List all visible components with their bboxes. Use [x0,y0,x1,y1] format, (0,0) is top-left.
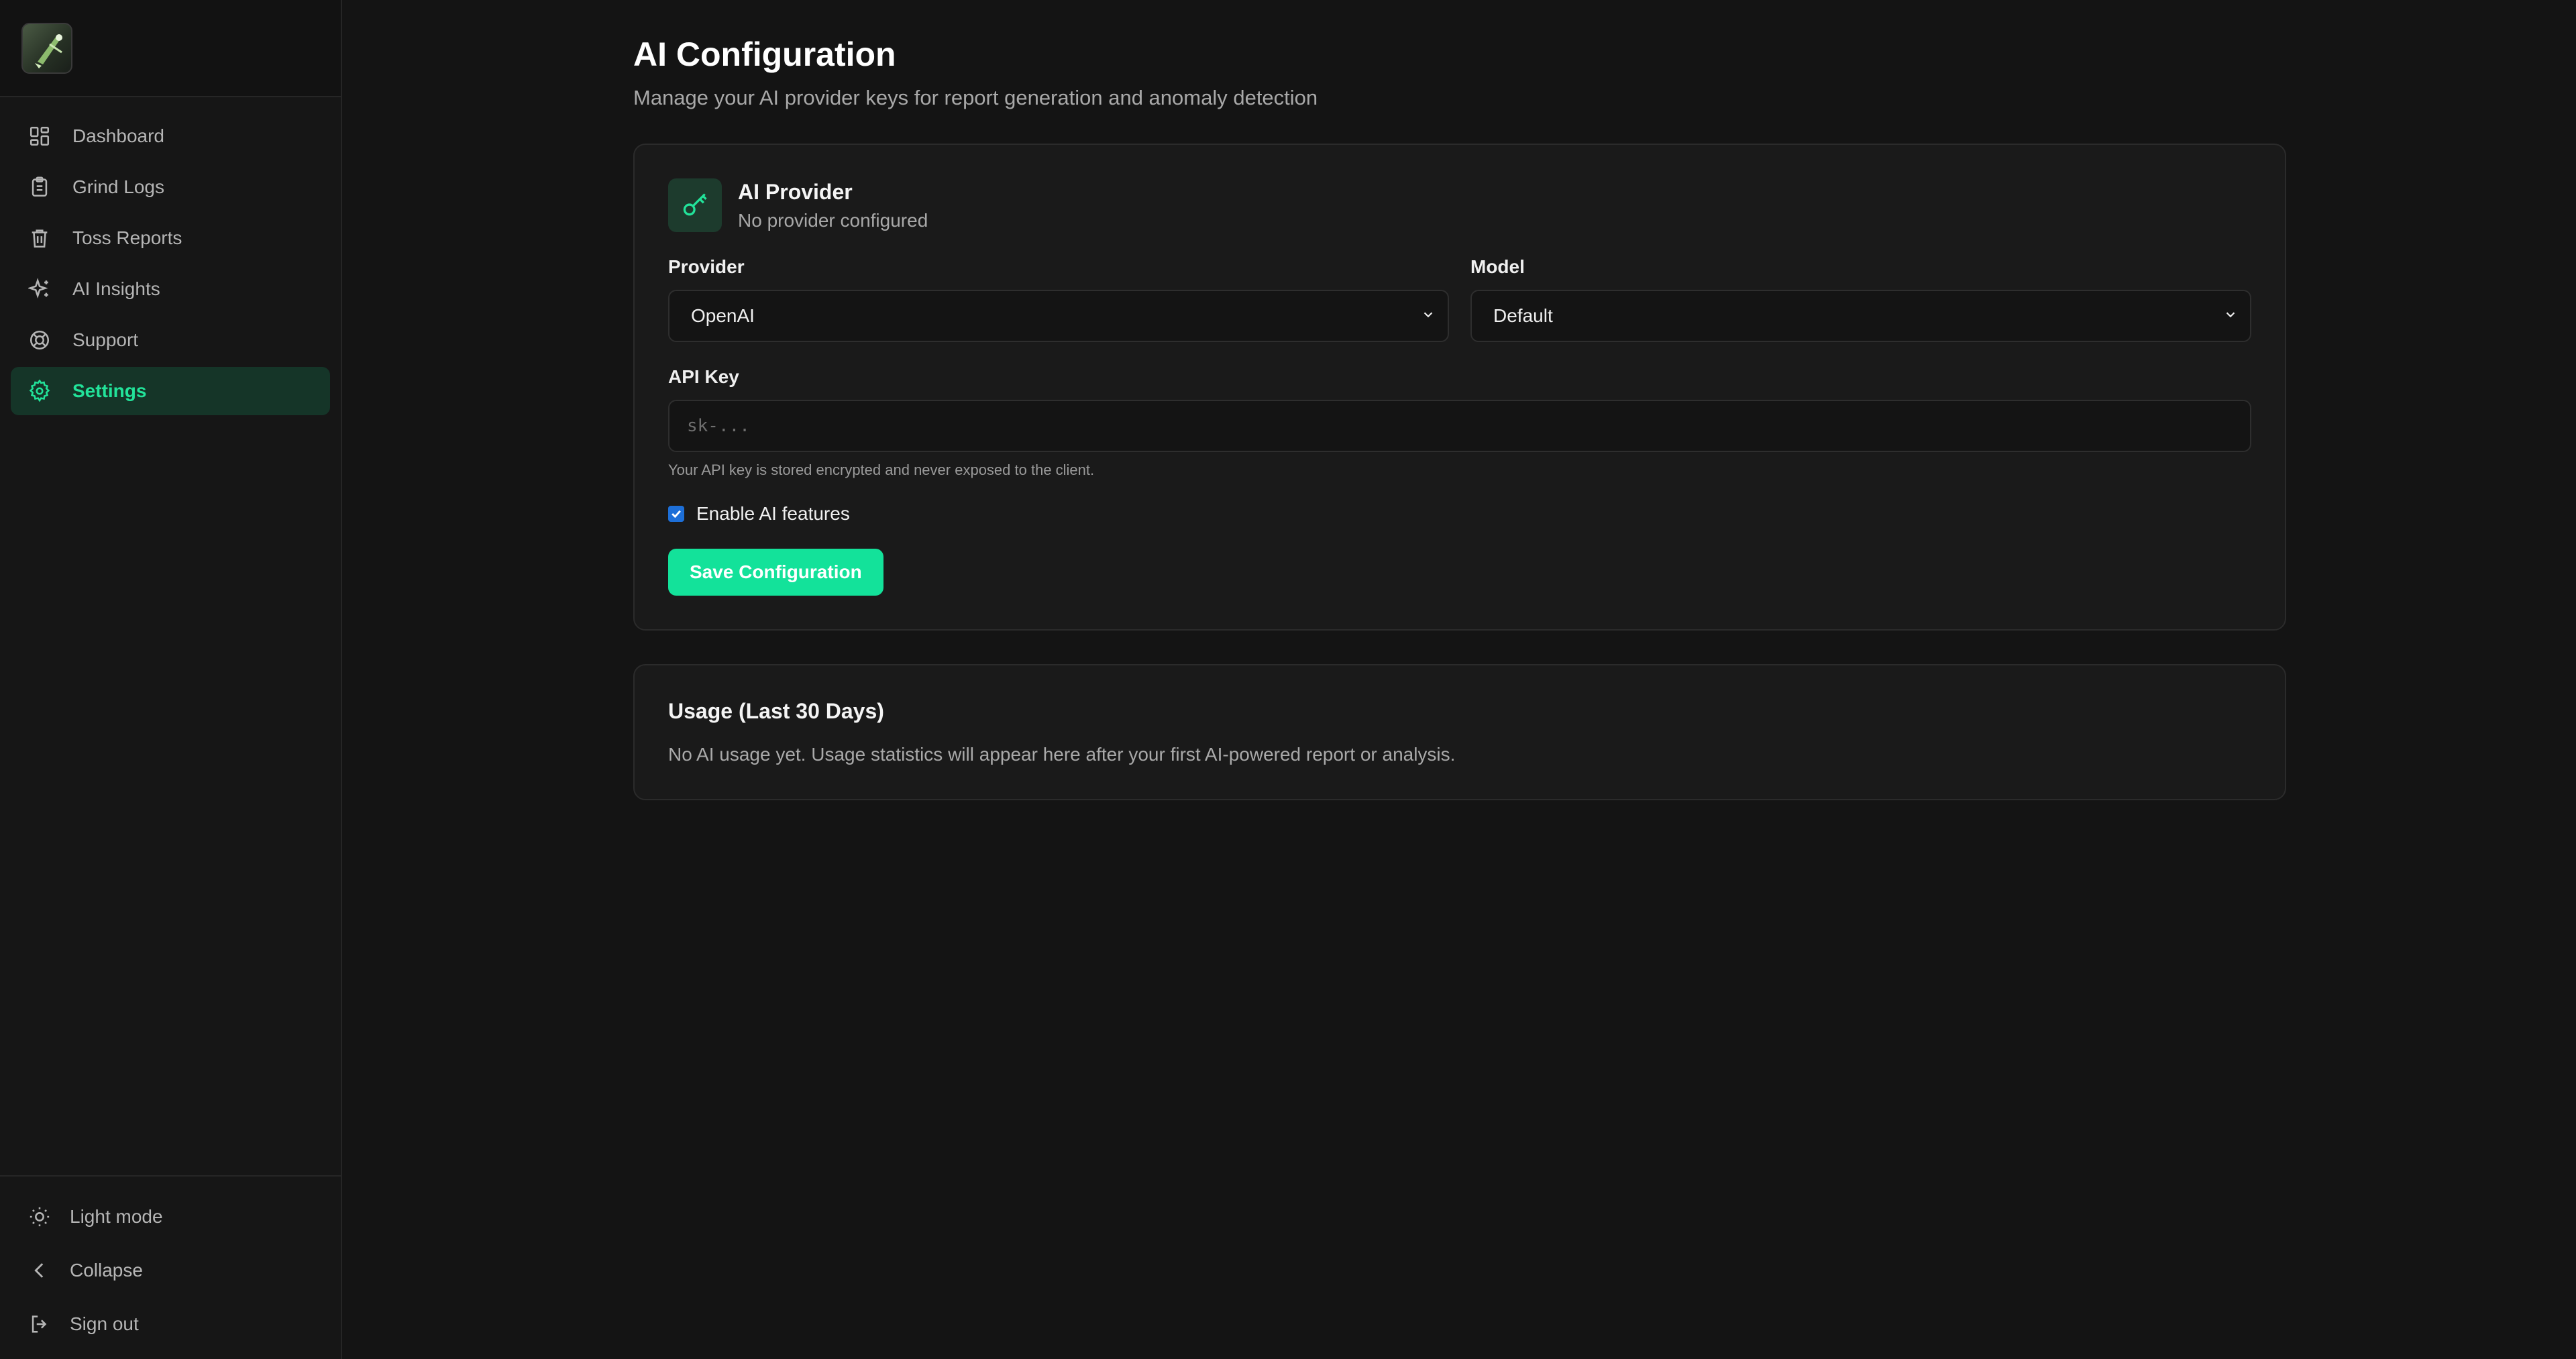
provider-select[interactable]: OpenAI [668,290,1449,342]
provider-header: AI Provider No provider configured [668,178,2251,232]
model-select-value: Default [1493,305,1553,326]
usage-card-title: Usage (Last 30 Days) [668,699,884,723]
sidebar-item-ai-insights[interactable]: AI Insights [11,265,330,313]
sidebar-footer: Light mode Collapse Sign out [0,1175,341,1359]
provider-label: Provider [668,256,745,277]
sidebar-item-label: Dashboard [72,125,164,146]
dashboard-icon [27,123,52,149]
sidebar-nav: Dashboard Grind Logs Toss Reports AI Ins… [0,97,341,415]
usage-empty-text: No AI usage yet. Usage statistics will a… [668,744,1456,765]
log-out-icon [27,1311,52,1337]
model-field: Model Default [1470,256,2251,342]
sparkles-icon [27,276,52,302]
provider-select-value: OpenAI [691,305,755,326]
enable-ai-checkbox[interactable] [668,506,684,522]
save-configuration-button[interactable]: Save Configuration [668,549,883,596]
sidebar-item-label: Toss Reports [72,227,182,248]
sidebar-header [0,0,341,97]
app-logo-icon[interactable] [21,22,72,74]
gear-icon [27,378,52,404]
api-key-field: API Key Your API key is stored encrypted… [668,366,2251,479]
sidebar-item-settings[interactable]: Settings [11,367,330,415]
provider-status: No provider configured [738,209,928,231]
sun-icon [27,1204,52,1230]
usage-card: Usage (Last 30 Days) No AI usage yet. Us… [633,664,2286,800]
enable-ai-label[interactable]: Enable AI features [696,503,850,525]
page-title: AI Configuration [633,36,896,73]
sidebar-item-grind-logs[interactable]: Grind Logs [11,163,330,211]
sidebar-item-label: Settings [72,380,147,401]
trash-icon [27,225,52,251]
page-subtitle: Manage your AI provider keys for report … [633,86,1318,109]
sidebar-item-label: AI Insights [72,278,160,299]
chevron-down-icon [1421,305,1436,327]
sidebar-item-dashboard[interactable]: Dashboard [11,112,330,160]
collapse-button[interactable]: Collapse [0,1244,341,1297]
provider-card-title: AI Provider [738,179,853,204]
api-key-input[interactable] [668,400,2251,452]
sidebar-item-toss-reports[interactable]: Toss Reports [11,214,330,262]
collapse-label: Collapse [70,1260,143,1281]
sign-out-label: Sign out [70,1313,139,1334]
chevron-down-icon [2223,305,2238,327]
sidebar-item-label: Grind Logs [72,176,164,197]
api-key-hint: Your API key is stored encrypted and nev… [668,461,1095,478]
api-key-label: API Key [668,366,739,387]
model-label: Model [1470,256,1525,277]
chevron-left-icon [27,1258,52,1283]
sidebar: Dashboard Grind Logs Toss Reports AI Ins… [0,0,342,1359]
lifebuoy-icon [27,327,52,353]
sign-out-button[interactable]: Sign out [0,1297,341,1351]
model-select[interactable]: Default [1470,290,2251,342]
provider-field: Provider OpenAI [668,256,1449,342]
main-content: AI Configuration Manage your AI provider… [633,0,2286,800]
sidebar-item-support[interactable]: Support [11,316,330,364]
enable-ai-row: Enable AI features [668,503,2251,525]
key-icon [668,178,722,232]
sidebar-item-label: Support [72,329,139,350]
clipboard-icon [27,174,52,200]
ai-provider-card: AI Provider No provider configured Provi… [633,144,2286,631]
theme-toggle-label: Light mode [70,1206,163,1227]
theme-toggle[interactable]: Light mode [0,1190,341,1244]
